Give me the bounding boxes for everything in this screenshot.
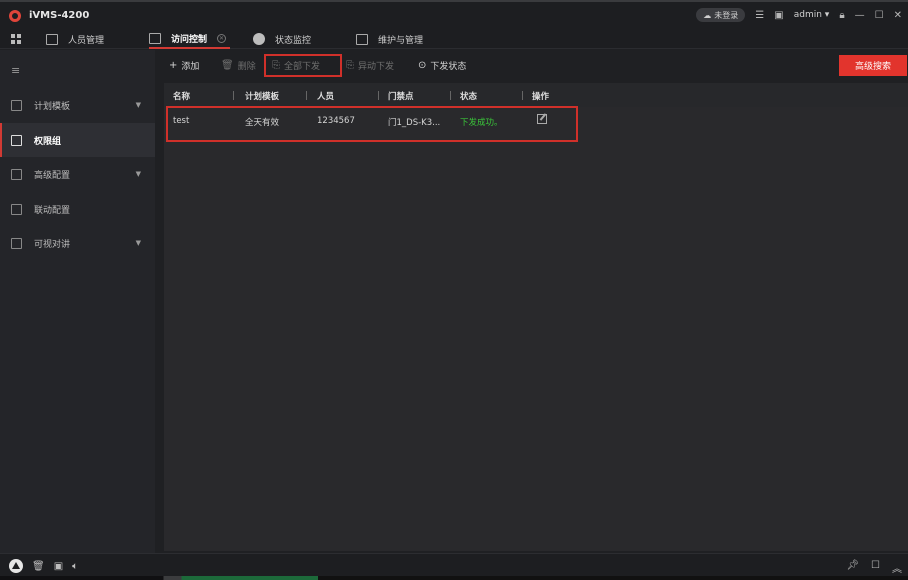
alarm-icon[interactable] (9, 559, 23, 573)
close-icon[interactable]: ✕ (894, 10, 902, 21)
tab-maintenance[interactable]: 维护与管理 (356, 29, 423, 49)
download-circle-icon: ⊙ (418, 60, 427, 71)
grid-menu-icon[interactable] (11, 33, 21, 44)
door-icon (149, 32, 161, 44)
column-separator (450, 91, 451, 100)
cloud-icon: ☁ (703, 10, 712, 20)
trash-icon[interactable]: 🗑︎ (32, 561, 45, 572)
config-icon (11, 168, 22, 180)
column-separator (378, 91, 379, 100)
user-name: admin (793, 10, 822, 20)
monitor-icon (253, 33, 265, 45)
tab-label: 访问控制 (171, 34, 208, 45)
chevron-up-icon[interactable]: ︽ (892, 560, 902, 575)
column-separator (522, 91, 523, 100)
app-window: iVMS-4200 ☁ 未登录 ☰ ▣ admin ▾ 🔒︎ — ☐ ✕ 人员管… (0, 0, 908, 580)
maximize-icon[interactable]: ☐ (875, 10, 884, 21)
trash-icon: 🗑︎ (221, 60, 234, 71)
image-icon[interactable]: ▣ (774, 10, 783, 21)
login-status-button[interactable]: ☁ 未登录 (696, 8, 746, 22)
async-deploy-button[interactable]: ⎘ 异动下发 (346, 59, 394, 72)
linkage-icon (11, 203, 22, 215)
taskbar-strip (0, 576, 908, 580)
sidebar-item-label: 联动配置 (34, 205, 71, 216)
chevron-down-icon: ▼ (135, 101, 141, 109)
hamburger-icon[interactable]: ≡ (11, 64, 20, 77)
tab-label: 维护与管理 (378, 35, 424, 46)
async-deploy-icon: ⎘ (346, 60, 354, 71)
schedule-icon (11, 99, 22, 111)
highlight-box-deploy-all (264, 54, 342, 77)
speaker-icon[interactable]: 🔈︎ (72, 561, 78, 572)
tab-label: 人员管理 (68, 35, 105, 46)
column-header-name[interactable]: 名称 (173, 90, 190, 102)
chevron-down-icon: ▼ (135, 170, 141, 178)
login-status-label: 未登录 (714, 10, 739, 20)
tab-status-monitor[interactable]: 状态监控 (253, 29, 311, 49)
sidebar: ≡ 计划模板 ▼ 权限组 高级配置 ▼ 联动配置 可视对讲 ▼ (0, 50, 155, 553)
highlight-box-table-row (166, 106, 578, 142)
column-header-persons[interactable]: 人员 (317, 90, 334, 102)
sidebar-item-video-intercom[interactable]: 可视对讲 ▼ (0, 226, 155, 260)
sidebar-item-label: 计划模板 (34, 101, 71, 112)
sidebar-item-label: 权限组 (34, 136, 62, 147)
list-icon[interactable]: ☰ (755, 10, 764, 21)
sidebar-item-linkage-config[interactable]: 联动配置 (0, 192, 155, 226)
advanced-search-button[interactable]: 高级搜索 (839, 55, 907, 76)
plus-icon: + (169, 60, 178, 71)
app-title: iVMS-4200 (29, 10, 90, 21)
access-group-table: 名称 计划模板 人员 门禁点 状态 操作 test 全天有效 1234567 门… (164, 83, 908, 551)
column-header-template[interactable]: 计划模板 (245, 90, 279, 102)
titlebar-controls: ☁ 未登录 ☰ ▣ admin ▾ 🔒︎ — ☐ ✕ (696, 8, 902, 22)
column-header-status[interactable]: 状态 (460, 90, 477, 102)
column-separator (233, 91, 234, 100)
tab-close-icon[interactable]: ✕ (217, 33, 227, 43)
status-bar-left: 🗑︎ ▣ 🔈︎ (9, 559, 78, 573)
sidebar-item-access-group[interactable]: 权限组 (0, 123, 155, 157)
tab-label: 状态监控 (275, 35, 312, 46)
pin-icon[interactable]: 📌︎ (846, 560, 859, 575)
delete-label: 删除 (237, 62, 256, 72)
title-bar: iVMS-4200 ☁ 未登录 ☰ ▣ admin ▾ 🔒︎ — ☐ ✕ (0, 0, 908, 29)
chevron-down-icon: ▼ (135, 239, 141, 247)
add-button[interactable]: + 添加 (169, 59, 199, 72)
minimize-icon[interactable]: — (855, 10, 865, 21)
person-card-icon (46, 33, 58, 45)
lock-icon[interactable]: 🔒︎ (839, 10, 844, 21)
intercom-icon (11, 237, 22, 249)
sidebar-item-advanced-config[interactable]: 高级配置 ▼ (0, 157, 155, 191)
table-header: 名称 计划模板 人员 门禁点 状态 操作 (164, 83, 908, 107)
maintenance-icon (356, 33, 368, 45)
screenshot-icon[interactable]: ▣ (54, 561, 63, 572)
delete-button[interactable]: 🗑︎ 删除 (221, 59, 256, 72)
lock-group-icon (11, 134, 22, 146)
window-icon[interactable]: ☐ (871, 560, 880, 575)
sidebar-item-label: 高级配置 (34, 170, 71, 181)
deploy-status-button[interactable]: ⊙ 下发状态 (418, 59, 466, 72)
app-logo-icon (9, 9, 21, 22)
deploy-status-label: 下发状态 (430, 62, 467, 72)
tab-access-control[interactable]: 访问控制 ✕ (149, 29, 231, 49)
sidebar-item-label: 可视对讲 (34, 239, 71, 250)
sidebar-item-schedule-template[interactable]: 计划模板 ▼ (0, 88, 155, 122)
status-bar-right: 📌︎ ☐ ︽ (846, 560, 902, 575)
column-header-actions[interactable]: 操作 (532, 90, 549, 102)
user-menu[interactable]: admin ▾ (794, 10, 830, 20)
column-header-door[interactable]: 门禁点 (388, 90, 414, 102)
add-label: 添加 (181, 62, 200, 72)
tab-person-management[interactable]: 人员管理 (46, 29, 104, 49)
column-separator (306, 91, 307, 100)
module-tab-bar: 人员管理 访问控制 ✕ 状态监控 维护与管理 (0, 29, 908, 49)
async-deploy-label: 异动下发 (358, 62, 395, 72)
